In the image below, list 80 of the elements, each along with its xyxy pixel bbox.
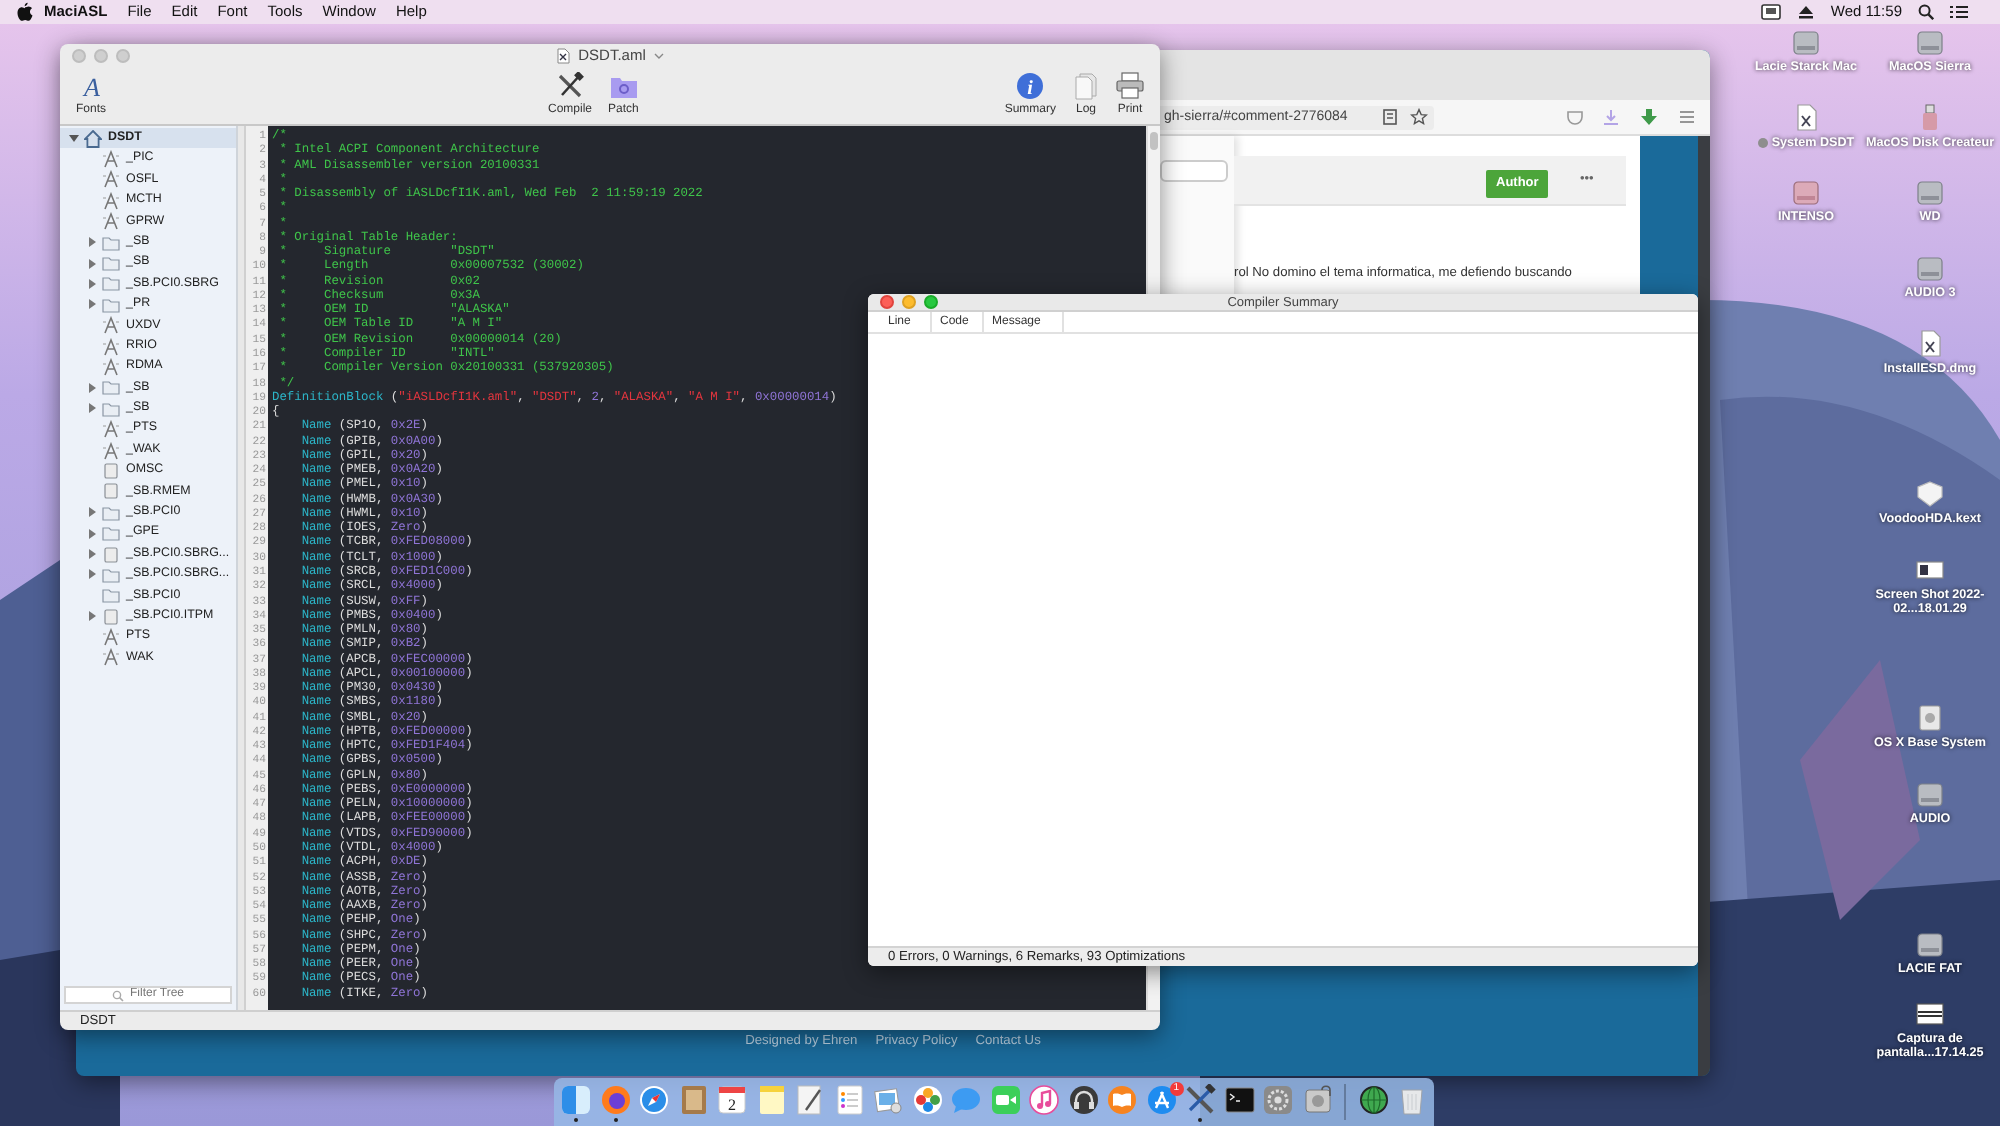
info-icon: i <box>1016 72 1045 100</box>
download-icon[interactable] <box>1602 108 1620 126</box>
search-icon[interactable] <box>1918 4 1934 20</box>
disk-image-icon[interactable] <box>1916 704 1944 732</box>
expand-arrow-icon[interactable] <box>86 381 98 394</box>
minimize-button[interactable] <box>902 295 916 309</box>
a-frame-icon <box>102 150 120 169</box>
calendar-icon: 2 <box>716 1084 748 1116</box>
a-frame-icon <box>102 628 120 647</box>
a-frame-icon <box>102 420 120 439</box>
search-icon <box>112 989 124 1001</box>
apple-icon[interactable] <box>16 2 34 22</box>
video-camera-icon <box>989 1084 1021 1116</box>
monitor-icon[interactable] <box>1760 3 1783 21</box>
a-frame-icon <box>102 191 120 210</box>
speech-bubble-icon <box>950 1084 982 1116</box>
dock-item[interactable]: 2 <box>716 1080 748 1124</box>
expand-arrow-icon[interactable] <box>86 548 98 560</box>
globe-icon <box>599 1084 631 1116</box>
paper-pen-icon <box>794 1084 826 1116</box>
star-icon[interactable] <box>1410 108 1428 126</box>
checklist-icon <box>833 1084 865 1116</box>
printer-icon <box>1116 72 1144 100</box>
menu-icon[interactable] <box>1678 108 1696 126</box>
font-icon: A <box>79 72 103 100</box>
shield-icon[interactable] <box>1916 480 1944 508</box>
expand-arrow-icon[interactable] <box>86 257 98 270</box>
folder-icon <box>609 72 638 100</box>
expand-arrow-icon[interactable] <box>86 527 98 540</box>
zoom-button[interactable] <box>924 295 938 309</box>
expand-arrow-icon[interactable] <box>86 236 98 249</box>
terminal-icon <box>1223 1084 1255 1116</box>
compass-icon <box>638 1084 670 1116</box>
gear-icon <box>1262 1084 1294 1116</box>
window-icon[interactable] <box>1916 1000 1944 1028</box>
hard-drive-icon[interactable] <box>1916 780 1944 808</box>
a-frame-icon <box>102 357 120 376</box>
expand-arrow-icon[interactable] <box>86 277 98 290</box>
two-tone-square-icon <box>560 1084 592 1116</box>
home-icon <box>84 129 102 148</box>
eject-icon[interactable] <box>1798 4 1815 20</box>
expand-arrow-icon[interactable] <box>86 402 98 415</box>
flower-icon <box>911 1084 943 1116</box>
headphones-icon <box>1067 1084 1099 1116</box>
dock-item[interactable] <box>1184 1080 1216 1124</box>
window-icon[interactable] <box>1916 556 1944 584</box>
expand-arrow-icon[interactable] <box>86 506 98 519</box>
document-icon[interactable] <box>1792 104 1820 132</box>
a-frame-icon <box>102 648 120 667</box>
reader-icon[interactable] <box>1382 108 1400 126</box>
list-icon[interactable] <box>1950 4 1968 20</box>
search-field[interactable] <box>1160 160 1228 182</box>
document-icon <box>556 48 571 64</box>
document-stack-icon <box>1072 72 1100 100</box>
photo-stack-icon <box>872 1084 904 1116</box>
notepad-icon <box>755 1084 787 1116</box>
expand-arrow-icon[interactable] <box>86 610 98 623</box>
globe-icon <box>1357 1084 1389 1116</box>
address-book-icon <box>677 1084 709 1116</box>
close-button[interactable] <box>880 295 894 309</box>
expand-arrow-icon[interactable] <box>86 568 98 581</box>
a-frame-icon <box>102 337 120 356</box>
tools-icon <box>556 72 585 100</box>
a-frame-icon <box>102 441 120 460</box>
trash-icon <box>1396 1084 1428 1116</box>
expand-arrow-icon[interactable] <box>86 298 98 311</box>
chevron-down-icon[interactable] <box>653 52 664 60</box>
music-note-icon <box>1028 1084 1060 1116</box>
down-arrow-icon[interactable] <box>1640 108 1658 126</box>
hard-drive-icon[interactable] <box>1916 930 1944 958</box>
a-frame-icon <box>102 212 120 231</box>
drive-icon <box>102 545 120 563</box>
document-icon[interactable] <box>1916 330 1944 358</box>
scrollbar[interactable] <box>1698 136 1710 1076</box>
a-frame-icon <box>102 170 120 189</box>
tools-icon <box>1184 1084 1216 1116</box>
expand-arrow-icon[interactable] <box>68 132 80 145</box>
open-book-icon <box>1106 1084 1138 1116</box>
drive-icon <box>102 607 120 626</box>
a-frame-icon <box>102 316 120 335</box>
